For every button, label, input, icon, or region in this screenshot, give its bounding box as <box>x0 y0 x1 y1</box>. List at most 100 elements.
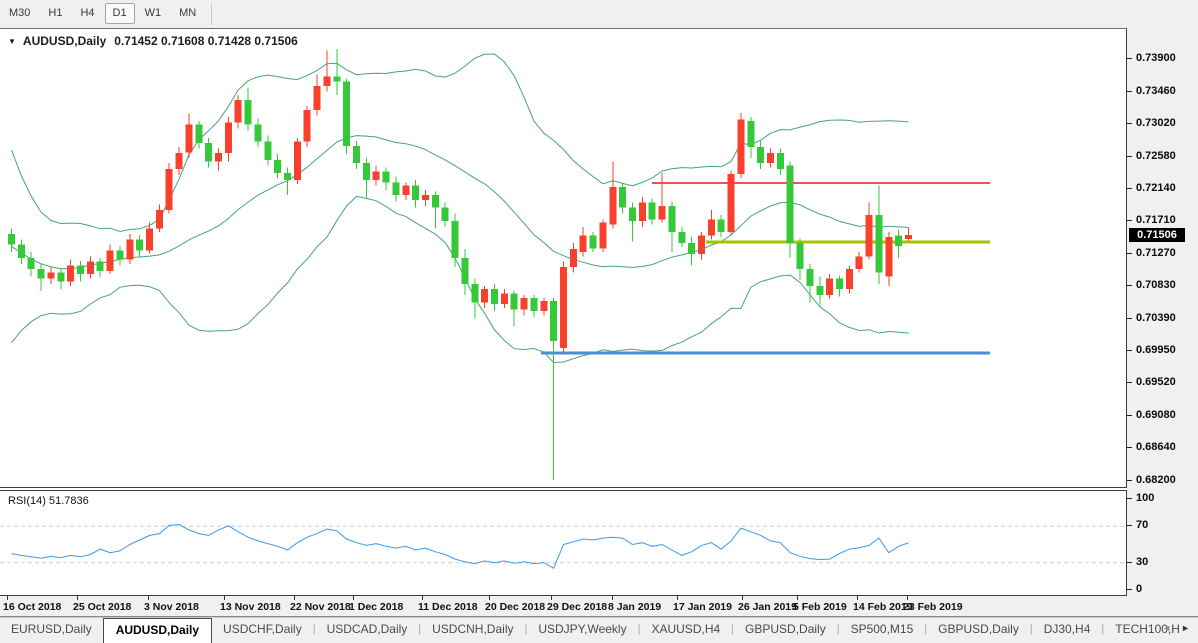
price-label: 0.72140 <box>1136 182 1176 194</box>
date-label: 23 Feb 2019 <box>903 601 963 613</box>
date-label: 17 Jan 2019 <box>673 601 732 613</box>
price-tick <box>1127 285 1132 286</box>
candlestick-chart[interactable] <box>0 30 1126 487</box>
date-label: 5 Feb 2019 <box>793 601 847 613</box>
price-chart-panel[interactable]: ▼ AUDUSD,Daily 0.71452 0.71608 0.71428 0.7… <box>0 29 1127 488</box>
date-tick <box>422 596 423 600</box>
rsi-tick <box>1127 562 1132 563</box>
timeframe-toolbar: M30 H1 H4 D1 W1 MN <box>0 0 1198 28</box>
price-tick <box>1127 220 1132 221</box>
date-label: 1 Dec 2018 <box>349 601 404 613</box>
price-label: 0.70830 <box>1136 279 1176 291</box>
timeframe-button-w1[interactable]: W1 <box>137 3 170 24</box>
toolbar-separator <box>211 3 213 25</box>
price-tick <box>1127 382 1132 383</box>
time-axis[interactable]: 16 Oct 2018 25 Oct 2018 3 Nov 2018 13 Nov 2… <box>0 596 1127 616</box>
date-tick <box>489 596 490 600</box>
chart-tab-gbpusd-daily[interactable]: GBPUSD,Daily <box>927 618 1030 641</box>
price-tick <box>1127 188 1132 189</box>
rsi-line <box>11 523 909 569</box>
chart-dropdown-icon[interactable]: ▼ <box>8 37 16 46</box>
date-label: 25 Oct 2018 <box>73 601 132 613</box>
chart-tab-usdcnh-daily[interactable]: USDCNH,Daily <box>421 618 524 641</box>
date-tick <box>797 596 798 600</box>
date-tick <box>7 596 8 600</box>
date-tick <box>148 596 149 600</box>
mt4-terminal: { "toolbar": {"timeframes": ["M30","H1",… <box>0 0 1198 643</box>
timeframe-button-m30[interactable]: M30 <box>1 3 38 24</box>
date-tick <box>551 596 552 600</box>
chart-tab-audusd-daily[interactable]: AUDUSD,Daily <box>102 618 213 643</box>
rsi-axis-label: 100 <box>1136 492 1155 504</box>
timeframe-button-h1[interactable]: H1 <box>40 3 70 24</box>
date-tick <box>857 596 858 600</box>
timeframe-button-mn[interactable]: MN <box>171 3 204 24</box>
date-label: 26 Jan 2019 <box>738 601 797 613</box>
price-tick <box>1127 58 1132 59</box>
chart-tab-gbpusd-daily[interactable]: GBPUSD,Daily <box>734 618 837 641</box>
current-price-badge: 0.71506 <box>1129 228 1185 242</box>
scroll-tabs-right-icon[interactable]: ► <box>1176 621 1195 635</box>
scroll-tabs-left-icon[interactable]: ◄ <box>1157 621 1176 635</box>
chart-tab-xauusd-h4[interactable]: XAUUSD,H4 <box>640 618 731 641</box>
price-tick <box>1127 415 1132 416</box>
date-tick <box>612 596 613 600</box>
date-tick <box>907 596 908 600</box>
date-label: 22 Nov 2018 <box>290 601 351 613</box>
rsi-axis-label: 0 <box>1136 583 1143 595</box>
price-label: 0.68200 <box>1136 474 1176 486</box>
rsi-indicator-label: RSI(14) 51.7836 <box>8 495 89 507</box>
price-label: 0.69080 <box>1136 409 1176 421</box>
rsi-chart[interactable] <box>0 492 1126 596</box>
date-label: 20 Dec 2018 <box>485 601 546 613</box>
price-label: 0.69520 <box>1136 376 1176 388</box>
rsi-axis-label: 70 <box>1136 519 1149 531</box>
candlestick-series <box>8 49 912 480</box>
date-label: 16 Oct 2018 <box>3 601 62 613</box>
price-axis[interactable]: 0.73900 0.73460 0.73020 0.72580 0.72140 0.717… <box>1127 0 1198 616</box>
rsi-tick <box>1127 525 1132 526</box>
chart-title: ▼ AUDUSD,Daily 0.71452 0.71608 0.71428 0.7… <box>8 34 298 48</box>
chart-ohlc-values: 0.71452 0.71608 0.71428 0.71506 <box>114 34 298 48</box>
chart-tab-usdchf-daily[interactable]: USDCHF,Daily <box>212 618 313 641</box>
date-tick <box>677 596 678 600</box>
timeframe-button-h4[interactable]: H4 <box>72 3 102 24</box>
price-label: 0.71710 <box>1136 214 1176 226</box>
price-tick <box>1127 447 1132 448</box>
price-tick <box>1127 253 1132 254</box>
date-tick <box>224 596 225 600</box>
date-label: 11 Dec 2018 <box>418 601 478 613</box>
date-label: 13 Nov 2018 <box>220 601 281 613</box>
chart-tab-usdjpy-weekly[interactable]: USDJPY,Weekly <box>527 618 637 641</box>
price-label: 0.70390 <box>1136 312 1176 324</box>
price-label: 0.71270 <box>1136 247 1176 259</box>
rsi-tick <box>1127 589 1132 590</box>
price-label: 0.69950 <box>1136 344 1176 356</box>
price-tick <box>1127 350 1132 351</box>
price-label: 0.73020 <box>1136 117 1176 129</box>
tab-scroll-buttons: ◄ ► <box>1157 623 1195 633</box>
date-tick <box>294 596 295 600</box>
price-label: 0.68640 <box>1136 441 1176 453</box>
chart-tab-dj30-h4[interactable]: DJ30,H4 <box>1033 618 1102 641</box>
price-label: 0.73460 <box>1136 85 1176 97</box>
price-label: 0.73900 <box>1136 52 1176 64</box>
date-tick <box>742 596 743 600</box>
chart-tab-sp500-m15[interactable]: SP500,M15 <box>840 618 925 641</box>
price-tick <box>1127 480 1132 481</box>
date-label: 8 Jan 2019 <box>608 601 662 613</box>
price-tick <box>1127 123 1132 124</box>
price-tick <box>1127 91 1132 92</box>
chart-tabs: EURUSD,Daily AUDUSD,Daily USDCHF,Daily | USD… <box>0 618 1191 643</box>
date-tick <box>353 596 354 600</box>
rsi-axis-label: 30 <box>1136 556 1149 568</box>
date-label: 3 Nov 2018 <box>144 601 199 613</box>
bollinger-lower-band <box>11 195 909 364</box>
price-label: 0.72580 <box>1136 150 1176 162</box>
timeframe-button-d1[interactable]: D1 <box>104 3 135 24</box>
date-label: 29 Dec 2018 <box>547 601 608 613</box>
rsi-tick <box>1127 498 1132 499</box>
rsi-indicator-panel[interactable]: RSI(14) 51.7836 <box>0 490 1127 596</box>
chart-tab-eurusd-daily[interactable]: EURUSD,Daily <box>0 618 103 641</box>
chart-tab-usdcad-daily[interactable]: USDCAD,Daily <box>316 618 419 641</box>
